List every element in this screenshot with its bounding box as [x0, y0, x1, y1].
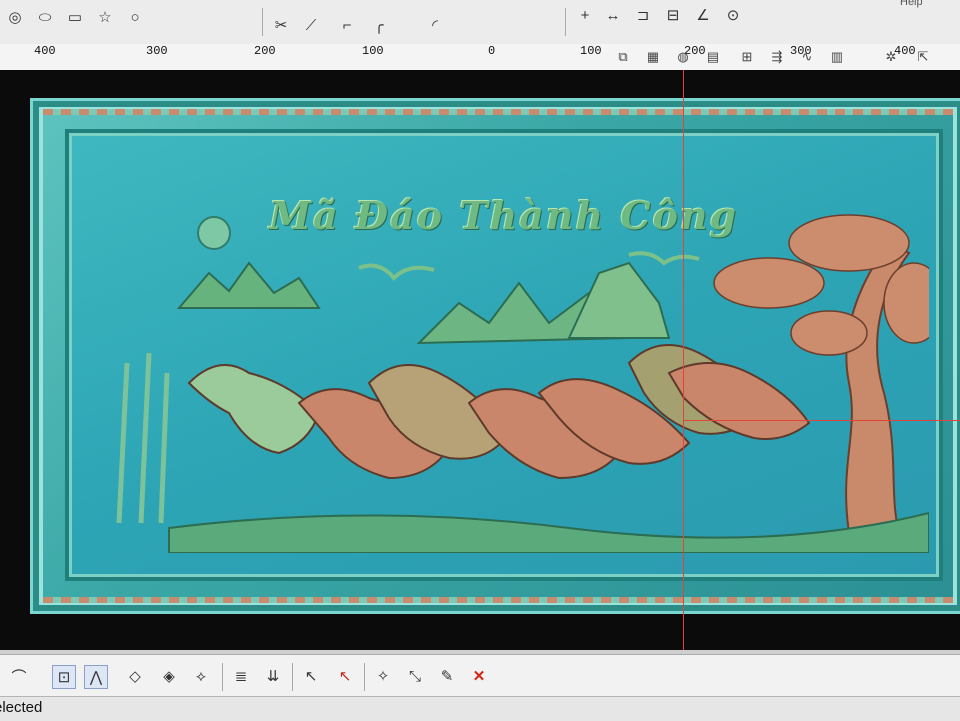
circle-icon[interactable]: ○	[124, 6, 146, 28]
top-toolbar: Help ◎ ⬭ ▭ ☆ ○ ✂ ⟋ ⌐ ╭ ◜ + ↔ ⊐ ⊟ ∠ ⊙	[0, 0, 960, 45]
cursor-crosshair-horizontal	[683, 420, 960, 421]
trim-icon[interactable]: ⟋	[300, 14, 322, 36]
mirror-icon[interactable]: ⊞	[736, 48, 758, 66]
wave-icon[interactable]: ∿	[796, 48, 818, 66]
resize-icon[interactable]: ⇱	[912, 48, 934, 66]
curve-icon[interactable]: ⌒	[8, 665, 30, 687]
horses-group	[187, 344, 811, 480]
select-tree-icon[interactable]: ⋀	[84, 665, 108, 689]
dimension-icon[interactable]: ↔	[602, 4, 624, 26]
ellipse-icon[interactable]: ⬭	[34, 6, 56, 28]
ruler-label: 200	[254, 44, 276, 58]
bird-left	[358, 263, 435, 281]
pine-foliage	[713, 214, 929, 356]
select-node-icon[interactable]: ⊡	[52, 665, 76, 689]
relief-frame: Mã Đáo Thành Công	[30, 98, 960, 614]
ruler-label: 100	[362, 44, 384, 58]
ruler-label: 0	[488, 44, 496, 58]
path-edit-icon[interactable]: ⤡	[404, 665, 426, 687]
cursor-crosshair-vertical	[683, 70, 684, 650]
ruler-label: 100	[580, 44, 602, 58]
scissors-icon[interactable]: ✂	[270, 14, 292, 36]
relief-panel: Mã Đáo Thành Công	[65, 129, 943, 581]
array-icon[interactable]: ▦	[642, 48, 664, 66]
mountain-left	[176, 261, 321, 309]
menu-help-fragment[interactable]: Help	[900, 0, 923, 8]
grid-icon[interactable]: ▥	[826, 48, 848, 66]
angle-icon[interactable]: ∠	[692, 4, 714, 26]
bead-border-bottom	[43, 597, 953, 603]
corner-icon[interactable]: ⌐	[336, 14, 358, 36]
transform-icon[interactable]: ✧	[372, 665, 394, 687]
bottom-toolbar: ⌒ ⊡ ⋀ ◇ ◈ ⟡ ≣ ⇊ ↖ ↖ ✧ ⤡ ✎ ✕	[0, 654, 960, 697]
layers-up-icon[interactable]: ⇊	[262, 665, 284, 687]
3d-viewport[interactable]: Mã Đáo Thành Công	[0, 70, 960, 650]
diamond-x-icon[interactable]: ⟡	[190, 665, 212, 687]
gear-icon[interactable]: ✲	[880, 48, 902, 66]
bird-right	[628, 251, 700, 266]
ruler-label: 300	[146, 44, 168, 58]
status-text: elected	[0, 699, 43, 716]
node-icon[interactable]: ⊙	[722, 4, 744, 26]
circle-dot-icon[interactable]: ◎	[4, 6, 26, 28]
rectangle-icon[interactable]: ▭	[64, 6, 86, 28]
moon-shape	[197, 216, 231, 250]
extrude-icon[interactable]: ▤	[702, 48, 724, 66]
status-bar: elected	[0, 696, 960, 721]
pointer-plus-icon[interactable]: ↖	[300, 665, 322, 687]
copy-icon[interactable]: ⧉	[612, 48, 634, 66]
corner-round-icon[interactable]: ╭	[368, 14, 390, 36]
horizontal-ruler: 400 300 200 100 0 100 200 300 400 ⧉ ▦ ◍ …	[0, 44, 960, 71]
measure-icon[interactable]: ⊟	[662, 4, 684, 26]
bead-border-top	[43, 109, 953, 115]
ground-relief	[168, 511, 929, 553]
bamboo-cluster	[116, 352, 170, 524]
arc-tool-icon[interactable]: ◜	[424, 14, 446, 36]
pointer-delete-icon[interactable]: ↖	[334, 665, 356, 687]
align-icon[interactable]: ⇶	[766, 48, 788, 66]
delete-icon[interactable]: ✕	[468, 665, 490, 687]
ruler-label: 400	[34, 44, 56, 58]
revolve-icon[interactable]: ◍	[672, 48, 694, 66]
relief-scene	[116, 214, 929, 553]
diamond-cross-icon[interactable]: ◈	[158, 665, 180, 687]
diamond-icon[interactable]: ◇	[124, 665, 146, 687]
offset-icon[interactable]: ⊐	[632, 4, 654, 26]
star-icon[interactable]: ☆	[94, 6, 116, 28]
layers-icon[interactable]: ≣	[230, 665, 252, 687]
edit-text-icon[interactable]: ✎	[436, 665, 458, 687]
plus-icon[interactable]: +	[574, 4, 596, 26]
